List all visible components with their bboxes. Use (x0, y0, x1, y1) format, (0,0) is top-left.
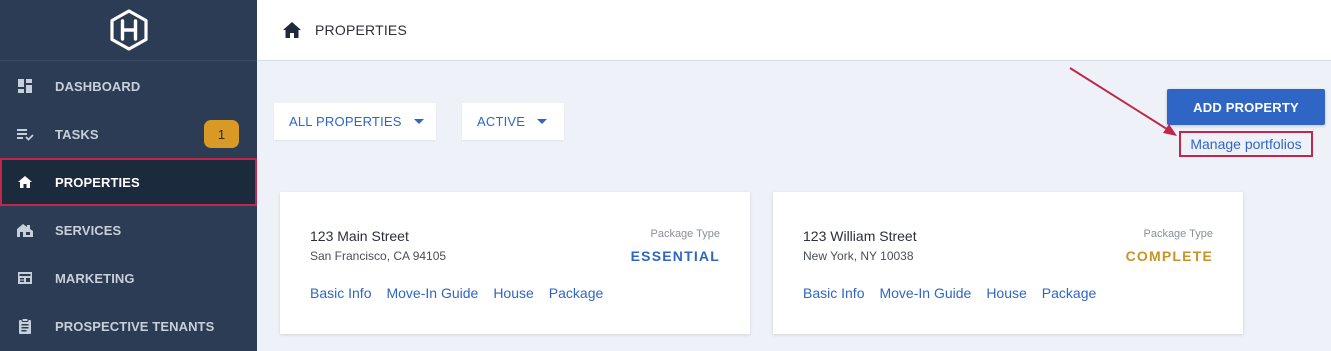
sidebar-item-label: TASKS (55, 126, 99, 142)
logo[interactable] (0, 0, 257, 61)
properties-filter-label: ALL PROPERTIES (289, 114, 402, 129)
home-icon (282, 21, 302, 39)
home-icon (16, 173, 34, 191)
package-type-value: COMPLETE (1125, 248, 1213, 264)
sidebar-item-prospective-tenants[interactable]: PROSPECTIVE TENANTS (0, 302, 257, 350)
property-card[interactable]: 123 William Street New York, NY 10038 Pa… (773, 192, 1243, 334)
sidebar-item-dashboard[interactable]: DASHBOARD (0, 62, 257, 110)
add-property-button[interactable]: ADD PROPERTY (1167, 89, 1325, 125)
sidebar-item-properties[interactable]: PROPERTIES (0, 158, 257, 206)
sidebar-item-marketing[interactable]: MARKETING (0, 254, 257, 302)
house-link[interactable]: House (493, 285, 533, 301)
status-filter-label: ACTIVE (477, 114, 526, 129)
marketing-icon (16, 269, 34, 287)
logo-icon (109, 9, 148, 51)
page-header: PROPERTIES (257, 0, 1331, 61)
tasks-count-badge: 1 (204, 120, 239, 148)
services-icon (16, 221, 34, 239)
dashboard-icon (16, 77, 34, 95)
properties-filter-dropdown[interactable]: ALL PROPERTIES (274, 103, 436, 140)
basic-info-link[interactable]: Basic Info (310, 285, 371, 301)
chevron-down-icon (413, 119, 424, 124)
move-in-guide-link[interactable]: Move-In Guide (386, 285, 478, 301)
basic-info-link[interactable]: Basic Info (803, 285, 864, 301)
package-type-value: ESSENTIAL (630, 248, 720, 264)
page-title: PROPERTIES (315, 22, 407, 38)
tasks-icon (16, 125, 34, 143)
package-link[interactable]: Package (549, 285, 603, 301)
package-link[interactable]: Package (1042, 285, 1096, 301)
property-card[interactable]: 123 Main Street San Francisco, CA 94105 … (280, 192, 750, 334)
sidebar-item-tasks[interactable]: TASKS 1 (0, 110, 257, 158)
property-street: 123 William Street (803, 228, 917, 244)
sidebar-item-label: SERVICES (55, 222, 122, 238)
sidebar-item-label: PROSPECTIVE TENANTS (55, 318, 215, 334)
status-filter-dropdown[interactable]: ACTIVE (462, 103, 564, 140)
package-type-label: Package Type (1143, 228, 1213, 240)
move-in-guide-link[interactable]: Move-In Guide (879, 285, 971, 301)
chevron-down-icon (537, 119, 548, 124)
sidebar: DASHBOARD TASKS 1 PROPERTIES SERVICES MA… (0, 0, 257, 351)
package-type-label: Package Type (650, 228, 720, 240)
property-street: 123 Main Street (310, 228, 409, 244)
sidebar-item-services[interactable]: SERVICES (0, 206, 257, 254)
house-link[interactable]: House (986, 285, 1026, 301)
property-city: San Francisco, CA 94105 (310, 249, 447, 263)
sidebar-item-label: MARKETING (55, 270, 135, 286)
sidebar-item-label: PROPERTIES (55, 174, 140, 190)
property-city: New York, NY 10038 (803, 249, 914, 263)
clipboard-icon (16, 317, 34, 335)
sidebar-item-label: DASHBOARD (55, 78, 141, 94)
manage-portfolios-link[interactable]: Manage portfolios (1179, 131, 1313, 157)
